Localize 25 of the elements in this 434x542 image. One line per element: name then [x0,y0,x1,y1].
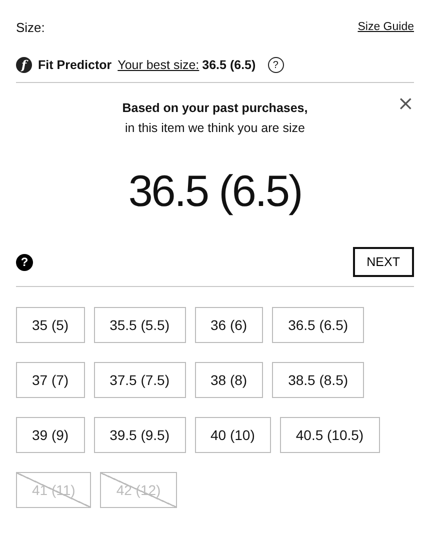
recommendation-heading: Based on your past purchases, [122,101,308,115]
fit-predictor-title: Fit Predictor [38,58,112,72]
next-button[interactable]: NEXT [352,247,414,277]
size-option[interactable]: 37.5 (7.5) [94,362,186,398]
size-option[interactable]: 37 (7) [16,362,85,398]
size-option[interactable]: 35 (5) [16,307,85,343]
best-size-value: 36.5 (6.5) [202,58,256,72]
best-size-link[interactable]: Your best size: [118,58,200,72]
size-label: Size: [16,20,45,34]
help-icon[interactable]: ? [16,254,33,270]
size-guide-link[interactable]: Size Guide [358,21,414,33]
size-option[interactable]: 40.5 (10.5) [280,417,380,453]
close-button[interactable]: × [397,93,414,113]
size-option[interactable]: 36 (6) [194,307,264,343]
size-option[interactable]: 39 (9) [16,417,85,453]
recommended-size: 36.5 (6.5) [128,167,302,217]
size-option[interactable]: 38 (8) [194,362,264,398]
size-option[interactable]: 36.5 (6.5) [272,307,364,343]
size-option[interactable]: 40 (10) [194,417,271,453]
help-icon[interactable]: ? [268,57,284,73]
size-option[interactable]: 38.5 (8.5) [272,362,364,398]
size-option[interactable]: 39.5 (9.5) [94,417,186,453]
size-option[interactable]: 35.5 (5.5) [94,307,186,343]
recommendation-subheading: in this item we think you are size [125,121,305,135]
fit-predictor-logo-icon: f [16,57,32,73]
